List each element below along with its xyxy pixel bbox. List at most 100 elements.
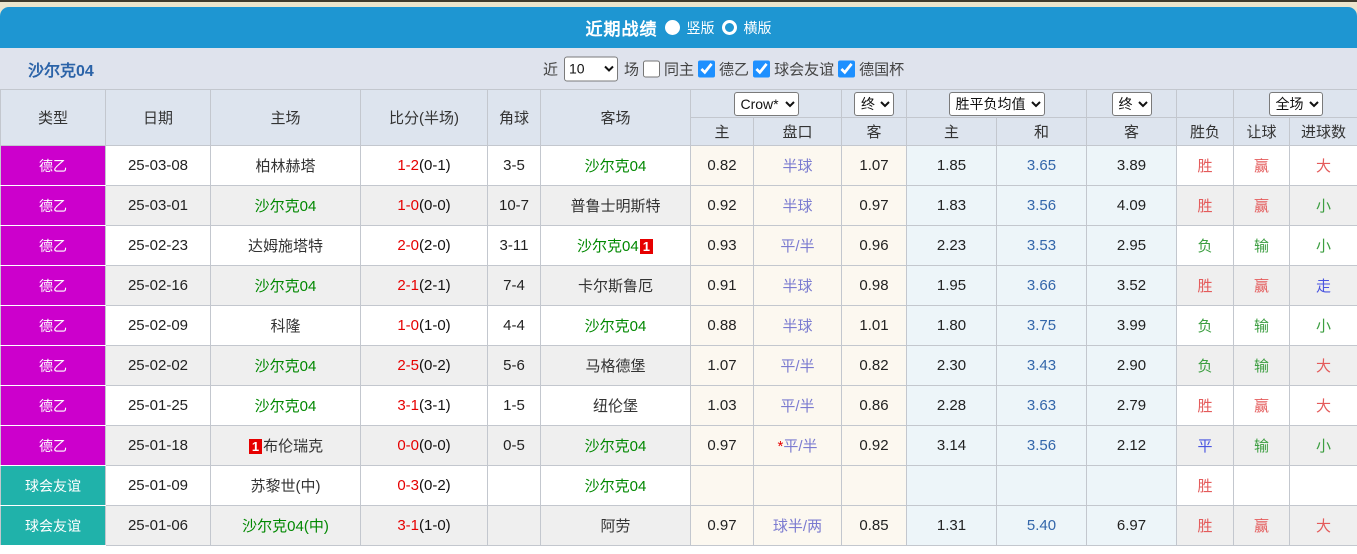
result-spread: 赢	[1233, 145, 1290, 186]
match-row: 德乙 25-02-09 科隆 1-0(1-0) 4-4 沙尔克04 0.88 半球 1.01 1.…	[0, 305, 1357, 346]
odds-away	[841, 465, 907, 506]
score-ft: 3-1	[397, 517, 419, 534]
avg-value: 3.52	[1116, 277, 1147, 294]
home-team: 沙尔克04(中)	[210, 505, 361, 546]
odds-source-select[interactable]: Crow*	[733, 91, 799, 116]
period-select[interactable]: 全场	[1268, 91, 1323, 116]
result-text: 胜	[1197, 158, 1213, 175]
result-spread: 输	[1233, 425, 1290, 466]
avg-draw-val: 3.53	[1026, 237, 1057, 254]
vertical-layout-radio[interactable]	[664, 20, 680, 35]
cup-label[interactable]: 德国杯	[859, 58, 904, 79]
avg-lose: 3.99	[1086, 305, 1177, 346]
result-win-lose: 负	[1176, 305, 1234, 346]
result-win-lose: 胜	[1176, 505, 1234, 546]
odds-time-select[interactable]: 终	[854, 91, 894, 116]
team: 科隆	[270, 318, 301, 335]
date-text: 25-01-09	[127, 477, 189, 494]
result-goals: 大	[1289, 345, 1357, 386]
odds-value: 0.86	[859, 397, 889, 414]
corners-text: 7-4	[503, 277, 525, 294]
odds-value: 0.92	[859, 437, 889, 454]
avg-value: 6.97	[1116, 517, 1147, 534]
odds-home: 1.03	[690, 385, 754, 426]
avg-win: 1.83	[906, 185, 997, 226]
avg-value: 4.09	[1116, 197, 1147, 214]
sub-header-handicap: 盘口	[753, 117, 842, 146]
date-text: 25-01-25	[127, 397, 189, 414]
score-ht: (3-1)	[419, 397, 451, 414]
date-text: 25-01-06	[127, 517, 189, 534]
corners: 7-4	[487, 265, 541, 306]
self-team: 沙尔克04	[577, 238, 639, 255]
score-ht: (2-0)	[419, 237, 451, 254]
same-home-label[interactable]: 同主	[664, 58, 694, 79]
result-win-lose: 胜	[1176, 265, 1234, 306]
cup-checkbox[interactable]	[838, 60, 856, 77]
league-label[interactable]: 德乙	[719, 58, 749, 79]
result-spread: 输	[1233, 305, 1290, 346]
team: 纽伦堡	[592, 398, 638, 415]
hcap: 半球	[782, 198, 813, 215]
home-team: 1 布伦瑞克	[210, 425, 361, 466]
avg-type-select[interactable]: 胜平负均值	[948, 91, 1045, 116]
team: 达姆施塔特	[247, 238, 323, 255]
result-win-lose: 平	[1176, 425, 1234, 466]
vertical-layout-label[interactable]: 竖版	[687, 18, 715, 38]
handicap: 球半/两	[753, 505, 842, 546]
home-team: 沙尔克04	[210, 385, 361, 426]
odds-value: 0.92	[707, 197, 737, 214]
score-ht: (0-2)	[419, 357, 451, 374]
near-label: 近	[543, 61, 559, 78]
home-team: 沙尔克04	[210, 185, 361, 226]
spread-text: 输	[1253, 438, 1269, 455]
score-ft: 1-0	[397, 317, 419, 334]
avg-draw-val: 5.40	[1026, 517, 1057, 534]
score-ft: 2-0	[397, 237, 419, 254]
odds-away: 0.86	[841, 385, 907, 426]
widget-top: 近期战绩 竖版 横版	[0, 0, 1357, 48]
odds-home: 1.07	[690, 345, 754, 386]
league-checkbox[interactable]	[698, 60, 716, 77]
self-team: 沙尔克04(中)	[242, 518, 329, 535]
home-team: 沙尔克04	[210, 265, 361, 306]
friendly-label[interactable]: 球会友谊	[774, 58, 834, 79]
avg-win: 1.95	[906, 265, 997, 306]
goals-text: 大	[1315, 158, 1331, 175]
avg-time-select[interactable]: 终	[1111, 91, 1152, 116]
odds-value: 0.96	[859, 237, 889, 254]
date-text: 25-03-01	[127, 197, 189, 214]
odds-away: 0.85	[841, 505, 907, 546]
odds-away: 1.07	[841, 145, 907, 186]
horizontal-layout-radio[interactable]	[721, 20, 737, 35]
col-header-home: 主场	[210, 89, 361, 146]
away-team: 马格德堡	[540, 345, 691, 386]
same-home-checkbox[interactable]	[643, 60, 661, 77]
corners: 0-5	[487, 425, 541, 466]
odds-away: 0.98	[841, 265, 907, 306]
col-header-away: 客场	[540, 89, 691, 146]
match-date: 25-03-01	[105, 185, 211, 226]
spread-text: 赢	[1253, 278, 1269, 295]
odds-away: 1.01	[841, 305, 907, 346]
odds-value: 0.82	[859, 357, 889, 374]
avg-lose	[1086, 465, 1177, 506]
hcap: 平/半	[780, 358, 815, 375]
match-type-badge: 德乙	[0, 345, 106, 386]
avg-win: 1.85	[906, 145, 997, 186]
header-row-dropdowns: 类型 日期 主场 比分(半场) 角球 客场 Crow* 终 胜平负均值 终 全场	[0, 89, 1357, 146]
team: 布伦瑞克	[263, 438, 324, 455]
result-spread: 赢	[1233, 265, 1290, 306]
match-count-select[interactable]: 10	[564, 56, 619, 81]
result-goals: 走	[1289, 265, 1357, 306]
handicap	[753, 465, 842, 506]
result-text: 平	[1197, 438, 1213, 455]
handicap: 半球	[753, 305, 842, 346]
type-label: 德乙	[39, 397, 67, 414]
avg-value: 1.31	[936, 517, 967, 534]
avg-value: 1.80	[936, 317, 967, 334]
horizontal-layout-label[interactable]: 横版	[744, 18, 772, 38]
avg-lose: 4.09	[1086, 185, 1177, 226]
friendly-checkbox[interactable]	[753, 60, 771, 77]
odds-value: 1.01	[859, 317, 889, 334]
